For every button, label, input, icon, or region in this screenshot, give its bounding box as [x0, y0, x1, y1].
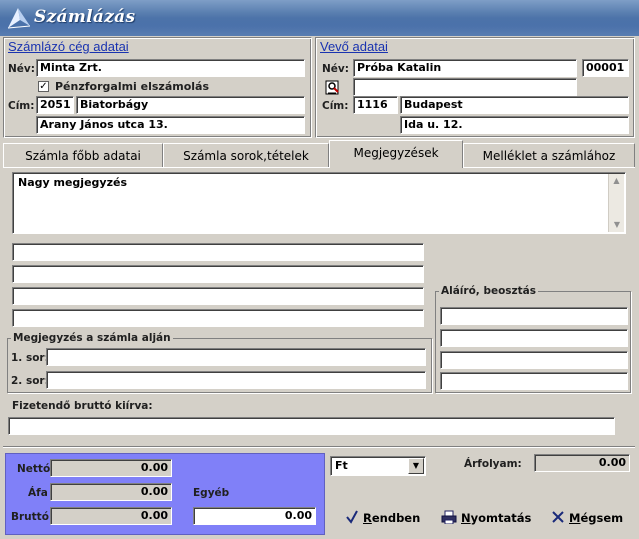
signer-line-1[interactable] [440, 307, 628, 325]
big-note-text: Nagy megjegyzés [18, 176, 127, 189]
tab-invoice-main[interactable]: Számla főbb adatai [3, 143, 163, 167]
buyer-code-field[interactable]: 00001 [582, 59, 629, 77]
signer-line-3[interactable] [440, 351, 628, 369]
buyer-city-field[interactable]: Budapest [400, 96, 629, 114]
issuer-street-field[interactable]: Arany János utca 13. [36, 116, 305, 134]
cancel-mnemonic: M [569, 511, 581, 525]
title-banner: Számlázás [0, 0, 639, 36]
gross-label: Bruttó [11, 511, 49, 523]
tab-attachment[interactable]: Melléklet a számlához [463, 143, 635, 167]
app-title: Számlázás [34, 7, 136, 27]
app-logo-icon [7, 8, 31, 29]
bottom-note-group-title: Megjegyzés a számla alján [11, 332, 173, 344]
gross-words-field[interactable] [8, 417, 615, 435]
scroll-down-icon[interactable]: ▼ [609, 218, 625, 232]
issuer-city-field[interactable]: Biatorbágy [76, 96, 305, 114]
gross-words-label: Fizetendő bruttó kiírva: [12, 400, 153, 412]
buyer-name2-field[interactable] [353, 78, 577, 96]
row1-field[interactable] [46, 348, 426, 366]
print-mnemonic: N [461, 511, 471, 525]
tab-notes[interactable]: Megjegyzések [329, 140, 463, 168]
buyer-zip-field[interactable]: 1116 [353, 96, 398, 114]
buyer-street-field[interactable]: Ida u. 12. [400, 116, 629, 134]
net-label: Nettó [17, 463, 51, 475]
buyer-address-label: Cím: [322, 100, 349, 112]
cancel-button[interactable]: Mégsem [551, 510, 623, 525]
issuer-name-field[interactable]: Minta Zrt. [36, 59, 305, 77]
printer-icon [441, 510, 457, 525]
buyer-name-field[interactable]: Próba Katalin [353, 59, 577, 77]
other-field[interactable]: 0.00 [193, 507, 316, 525]
issuer-zip-field[interactable]: 2051 [36, 96, 74, 114]
ok-button[interactable]: Rendben [345, 510, 420, 525]
ok-mnemonic: R [363, 511, 372, 525]
close-icon [552, 511, 564, 523]
scroll-up-icon[interactable]: ▲ [609, 174, 624, 188]
cash-accounting-checkbox[interactable]: ✓ [38, 81, 49, 92]
buyer-section-title: Vevő adatai [320, 39, 388, 54]
note-line-2[interactable] [12, 265, 424, 283]
checkmark-icon [346, 510, 358, 524]
print-button[interactable]: Nyomtatás [441, 510, 531, 525]
big-note-textarea[interactable]: Nagy megjegyzés [12, 172, 626, 234]
signer-line-2[interactable] [440, 329, 628, 347]
cancel-label-rest: égsem [580, 511, 624, 525]
signer-line-4[interactable] [440, 372, 628, 390]
issuer-address-label: Cím: [8, 100, 35, 112]
rate-label: Árfolyam: [464, 458, 522, 470]
vat-label: Áfa [28, 487, 48, 499]
note-line-4[interactable] [12, 309, 424, 327]
currency-value: Ft [335, 459, 348, 472]
tab-invoice-lines[interactable]: Számla sorok,tételek [163, 143, 329, 167]
row2-label: 2. sor: [11, 375, 49, 387]
vat-field: 0.00 [50, 483, 172, 501]
note-line-3[interactable] [12, 287, 424, 305]
buyer-lookup-button[interactable] [324, 78, 342, 96]
ok-label-rest: endben [371, 511, 421, 525]
rate-field: 0.00 [534, 454, 630, 472]
other-label: Egyéb [193, 487, 230, 499]
issuer-section-title: Számlázó cég adatai [8, 39, 129, 54]
print-label-rest: yomtatás [470, 511, 532, 525]
note-line-1[interactable] [12, 243, 424, 261]
issuer-name-label: Név: [8, 63, 35, 75]
currency-select[interactable]: Ft ▼ [330, 456, 426, 476]
chevron-down-icon[interactable]: ▼ [408, 458, 424, 474]
big-note-scrollbar[interactable]: ▲ ▼ [608, 174, 624, 232]
buyer-name-label: Név: [322, 63, 349, 75]
gross-field: 0.00 [50, 507, 172, 525]
row1-label: 1. sor: [11, 352, 49, 364]
signer-group-title: Aláíró, beosztás [439, 285, 539, 297]
bottom-divider-highlight [3, 447, 635, 448]
search-person-icon [325, 80, 339, 95]
net-field: 0.00 [50, 459, 172, 477]
cash-accounting-label: Pénzforgalmi elszámolás [55, 80, 210, 93]
row2-field[interactable] [46, 371, 426, 389]
